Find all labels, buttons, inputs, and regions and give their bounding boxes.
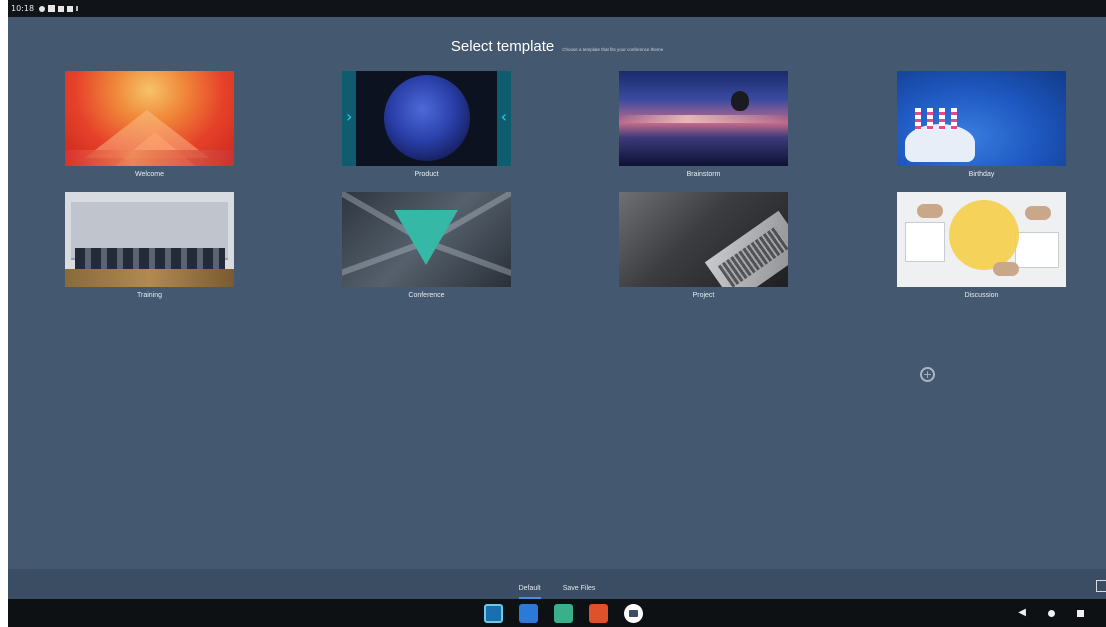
screen: 10:18 Select template Choose a template … (8, 0, 1106, 627)
battery-icon (67, 5, 74, 12)
welcome-thumbnail (65, 71, 234, 166)
exit-icon[interactable] (1096, 580, 1106, 592)
tab-save-files[interactable]: Save Files (563, 569, 596, 599)
page-subtitle: Choose a template that fits your confere… (562, 47, 664, 52)
training-thumbnail (65, 192, 234, 287)
birthday-thumbnail (897, 71, 1066, 166)
back-icon[interactable]: ◀ (1018, 608, 1026, 618)
product-thumbnail: › ‹ (342, 71, 511, 166)
whiteboard-app-icon[interactable] (484, 604, 503, 623)
home-icon[interactable] (1048, 609, 1055, 617)
template-label: Welcome (134, 171, 165, 178)
brainstorm-thumbnail (619, 71, 788, 166)
keyboard-app-icon[interactable] (624, 604, 643, 623)
template-card-training[interactable]: Training (65, 192, 234, 299)
app-dock (484, 604, 643, 623)
template-label: Training (136, 292, 163, 299)
template-card-project[interactable]: Project (619, 192, 788, 299)
gallery-app-icon[interactable] (519, 604, 538, 623)
system-navigation: ◀ (1018, 608, 1084, 618)
template-card-conference[interactable]: Conference (342, 192, 511, 299)
template-card-brainstorm[interactable]: Brainstorm (619, 71, 788, 178)
status-time: 10:18 (11, 4, 35, 13)
settings-app-icon[interactable] (554, 604, 573, 623)
chevron-right-icon: › (346, 107, 353, 126)
template-label: Project (692, 292, 715, 299)
dot-icon (76, 6, 79, 11)
tab-bar: Default Save Files (8, 569, 1106, 599)
template-label: Conference (408, 292, 445, 299)
template-label: Discussion (964, 292, 999, 299)
square-icon (48, 5, 56, 12)
add-template-button[interactable]: + (920, 367, 935, 382)
plus-icon: + (922, 368, 933, 381)
office-app-icon[interactable] (589, 604, 608, 623)
template-card-welcome[interactable]: Welcome (65, 71, 234, 178)
discussion-thumbnail (897, 192, 1066, 287)
template-card-discussion[interactable]: Discussion (897, 192, 1066, 299)
template-card-product[interactable]: › ‹ Product (342, 71, 511, 178)
conference-thumbnail (342, 192, 511, 287)
navigation-bar: ◀ (8, 599, 1106, 627)
template-card-birthday[interactable]: Birthday (897, 71, 1066, 178)
template-label: Product (414, 171, 439, 178)
tabs: Default Save Files (8, 569, 1106, 599)
chevron-left-icon: ‹ (500, 107, 507, 126)
tab-default[interactable]: Default (518, 569, 541, 599)
page-title: Select template (450, 38, 555, 55)
settings-icon (39, 5, 46, 12)
template-label: Brainstorm (686, 171, 721, 178)
project-thumbnail (619, 192, 788, 287)
header: Select template Choose a template that f… (8, 38, 1106, 55)
sim-icon (58, 5, 65, 12)
template-label: Birthday (968, 171, 995, 178)
recents-icon[interactable] (1077, 609, 1084, 617)
status-bar: 10:18 (8, 0, 1106, 17)
